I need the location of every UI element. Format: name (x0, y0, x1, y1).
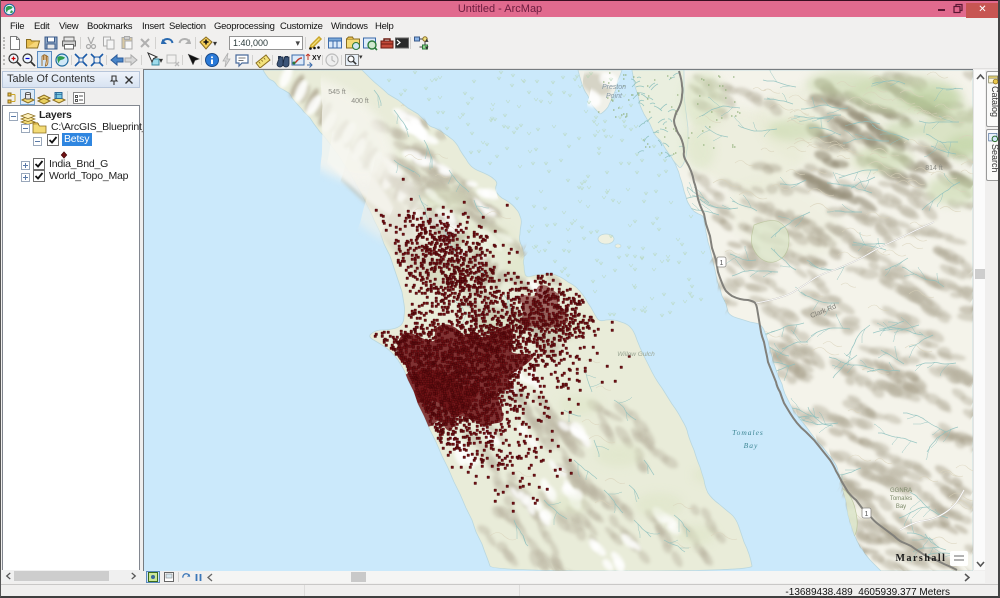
svg-text:Willow Gulch: Willow Gulch (617, 351, 655, 358)
svg-text:Bay: Bay (744, 441, 759, 450)
svg-text:GGNRA: GGNRA (890, 488, 912, 494)
svg-text:1: 1 (865, 511, 869, 518)
svg-text:Preston: Preston (602, 84, 626, 91)
svg-text:Marshall: Marshall (896, 553, 947, 564)
svg-text:545 ft: 545 ft (328, 89, 346, 96)
svg-text:1: 1 (720, 260, 724, 267)
svg-text:400 ft: 400 ft (351, 98, 369, 105)
svg-text:Bay: Bay (896, 504, 906, 510)
svg-text:814 ft: 814 ft (925, 165, 943, 172)
svg-text:Tomales: Tomales (890, 496, 912, 502)
svg-text:XY: XY (312, 55, 321, 62)
svg-text:Tomales: Tomales (732, 428, 764, 437)
svg-text:Point: Point (606, 93, 623, 100)
